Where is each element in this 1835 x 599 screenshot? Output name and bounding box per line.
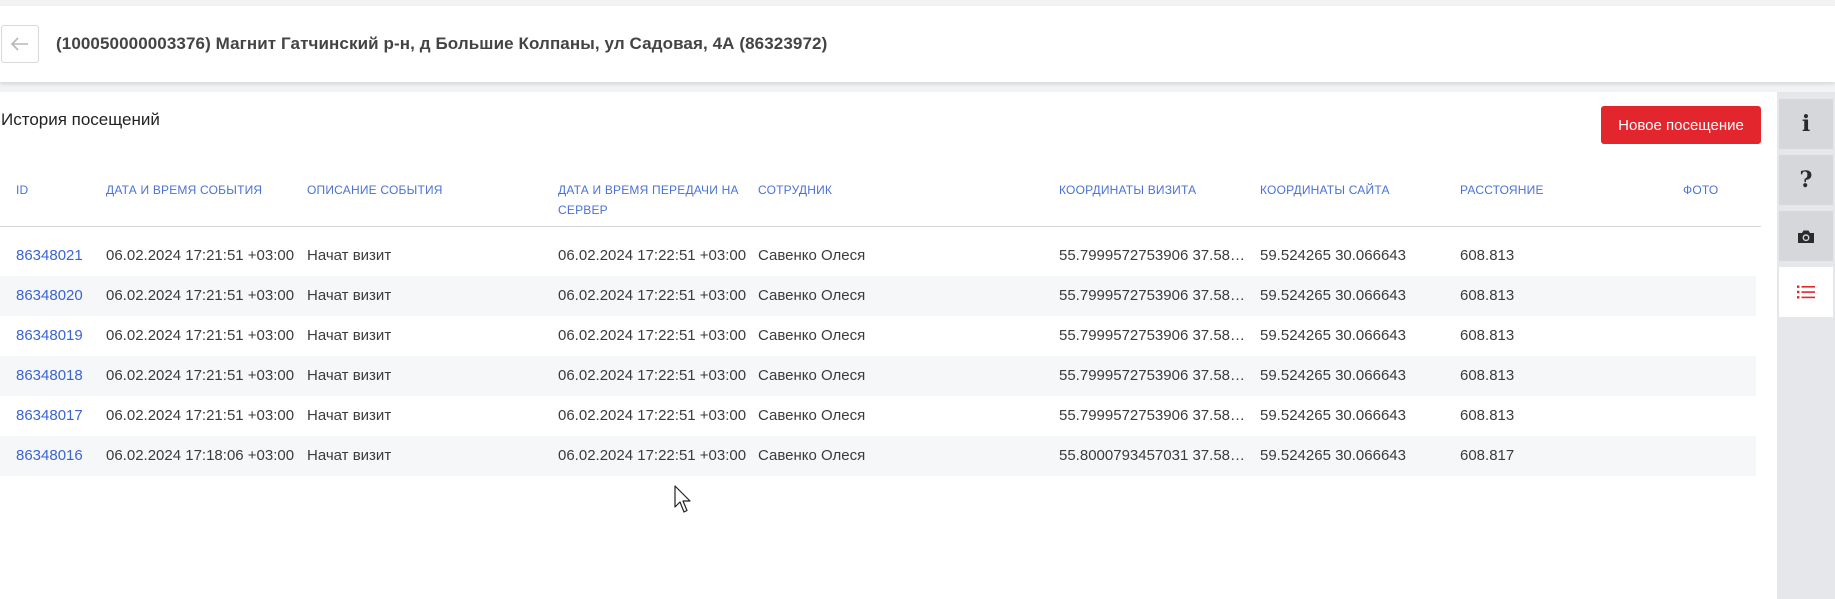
sent-date-cell: 06.02.2024 17:22:51 +03:00 [558, 327, 747, 344]
sent-date-cell: 06.02.2024 17:22:51 +03:00 [558, 247, 747, 264]
row-id-link[interactable]: 86348017 [16, 396, 88, 436]
visit-coordinates-cell: 55.7999572753906 37.584... [1059, 327, 1249, 344]
page-header: (100050000003376) Магнит Гатчинский р-н,… [0, 6, 1835, 82]
distance-cell: 608.813 [1460, 407, 1515, 424]
event-description-cell: Начат визит [307, 327, 392, 344]
event-date-cell: 06.02.2024 17:18:06 +03:00 [106, 447, 295, 464]
distance-cell: 608.813 [1460, 247, 1515, 264]
visit-coordinates-cell: 55.7999572753906 37.584... [1059, 247, 1249, 264]
row-id-link[interactable]: 86348018 [16, 356, 88, 396]
event-date-cell: 06.02.2024 17:21:51 +03:00 [106, 247, 295, 264]
table-row[interactable]: 86348020 06.02.2024 17:21:51 +03:00 Нача… [0, 276, 1756, 316]
visit-history-panel: История посещений Новое посещение ID ДАТ… [0, 92, 1777, 599]
row-id-link[interactable]: 86348016 [16, 436, 88, 476]
distance-cell: 608.817 [1460, 447, 1515, 464]
photo-cell [1683, 436, 1743, 476]
event-date-cell: 06.02.2024 17:21:51 +03:00 [106, 327, 295, 344]
info-button[interactable]: i [1777, 96, 1835, 152]
mouse-cursor-icon [674, 485, 691, 513]
camera-button[interactable] [1777, 208, 1835, 264]
sent-date-cell: 06.02.2024 17:22:51 +03:00 [558, 287, 747, 304]
column-header-distance[interactable]: РАССТОЯНИЕ [1460, 180, 1660, 200]
photo-cell [1683, 316, 1743, 356]
event-date-cell: 06.02.2024 17:21:51 +03:00 [106, 287, 295, 304]
event-date-cell: 06.02.2024 17:21:51 +03:00 [106, 407, 295, 424]
photo-cell [1683, 276, 1743, 316]
event-description-cell: Начат визит [307, 407, 392, 424]
event-description-cell: Начат визит [307, 367, 392, 384]
table-row[interactable]: 86348021 06.02.2024 17:21:51 +03:00 Нача… [0, 236, 1756, 276]
sent-date-cell: 06.02.2024 17:22:51 +03:00 [558, 447, 747, 464]
employee-cell: Савенко Олеся [758, 407, 866, 424]
help-button[interactable]: ? [1777, 152, 1835, 208]
event-description-cell: Начат визит [307, 247, 392, 264]
table-row[interactable]: 86348019 06.02.2024 17:21:51 +03:00 Нача… [0, 316, 1756, 356]
site-coordinates-cell: 59.524265 30.066643 [1260, 327, 1406, 344]
employee-cell: Савенко Олеся [758, 367, 866, 384]
visit-coordinates-cell: 55.8000793457031 37.584... [1059, 447, 1249, 464]
employee-cell: Савенко Олеся [758, 287, 866, 304]
site-coordinates-cell: 59.524265 30.066643 [1260, 287, 1406, 304]
sent-date-cell: 06.02.2024 17:22:51 +03:00 [558, 407, 747, 424]
column-header-employee[interactable]: СОТРУДНИК [758, 180, 1048, 200]
table-body: 86348021 06.02.2024 17:21:51 +03:00 Нача… [0, 236, 1756, 476]
employee-cell: Савенко Олеся [758, 327, 866, 344]
event-date-cell: 06.02.2024 17:21:51 +03:00 [106, 367, 295, 384]
employee-cell: Савенко Олеся [758, 247, 866, 264]
row-id-link[interactable]: 86348021 [16, 236, 88, 276]
column-header-sent-date[interactable]: ДАТА И ВРЕМЯ ПЕРЕДАЧИ НА СЕРВЕР [558, 180, 743, 220]
list-icon [1797, 285, 1815, 299]
event-description-cell: Начат визит [307, 287, 392, 304]
visit-coordinates-cell: 55.7999572753906 37.584... [1059, 367, 1249, 384]
column-header-photo[interactable]: ФОТО [1683, 180, 1743, 200]
distance-cell: 608.813 [1460, 367, 1515, 384]
visit-coordinates-cell: 55.7999572753906 37.584... [1059, 407, 1249, 424]
employee-cell: Савенко Олеся [758, 447, 866, 464]
table-row[interactable]: 86348016 06.02.2024 17:18:06 +03:00 Нача… [0, 436, 1756, 476]
arrow-left-icon [11, 37, 28, 51]
column-header-event-description[interactable]: ОПИСАНИЕ СОБЫТИЯ [307, 180, 547, 200]
visit-coordinates-cell: 55.7999572753906 37.584... [1059, 287, 1249, 304]
column-header-visit-coordinates[interactable]: КООРДИНАТЫ ВИЗИТА [1059, 180, 1249, 200]
side-toolbar: i ? [1777, 92, 1835, 599]
photo-cell [1683, 356, 1743, 396]
info-icon: i [1801, 111, 1811, 137]
distance-cell: 608.813 [1460, 287, 1515, 304]
table-row[interactable]: 86348017 06.02.2024 17:21:51 +03:00 Нача… [0, 396, 1756, 436]
help-icon: ? [1799, 167, 1813, 193]
sent-date-cell: 06.02.2024 17:22:51 +03:00 [558, 367, 747, 384]
column-header-event-date[interactable]: ДАТА И ВРЕМЯ СОБЫТИЯ [106, 180, 296, 200]
site-coordinates-cell: 59.524265 30.066643 [1260, 447, 1406, 464]
distance-cell: 608.813 [1460, 327, 1515, 344]
row-id-link[interactable]: 86348020 [16, 276, 88, 316]
table-row[interactable]: 86348018 06.02.2024 17:21:51 +03:00 Нача… [0, 356, 1756, 396]
column-header-id[interactable]: ID [16, 180, 76, 200]
row-id-link[interactable]: 86348019 [16, 316, 88, 356]
page-title: (100050000003376) Магнит Гатчинский р-н,… [56, 34, 828, 53]
camera-icon [1798, 230, 1814, 243]
table-header: ID ДАТА И ВРЕМЯ СОБЫТИЯ ОПИСАНИЕ СОБЫТИЯ… [0, 176, 1761, 227]
section-title: История посещений [1, 110, 160, 129]
back-button[interactable] [1, 25, 39, 63]
event-description-cell: Начат визит [307, 447, 392, 464]
site-coordinates-cell: 59.524265 30.066643 [1260, 247, 1406, 264]
new-visit-button[interactable]: Новое посещение [1601, 106, 1761, 144]
column-header-site-coordinates[interactable]: КООРДИНАТЫ САЙТА [1260, 180, 1450, 200]
list-view-button[interactable] [1777, 264, 1835, 320]
photo-cell [1683, 236, 1743, 276]
site-coordinates-cell: 59.524265 30.066643 [1260, 367, 1406, 384]
site-coordinates-cell: 59.524265 30.066643 [1260, 407, 1406, 424]
photo-cell [1683, 396, 1743, 436]
